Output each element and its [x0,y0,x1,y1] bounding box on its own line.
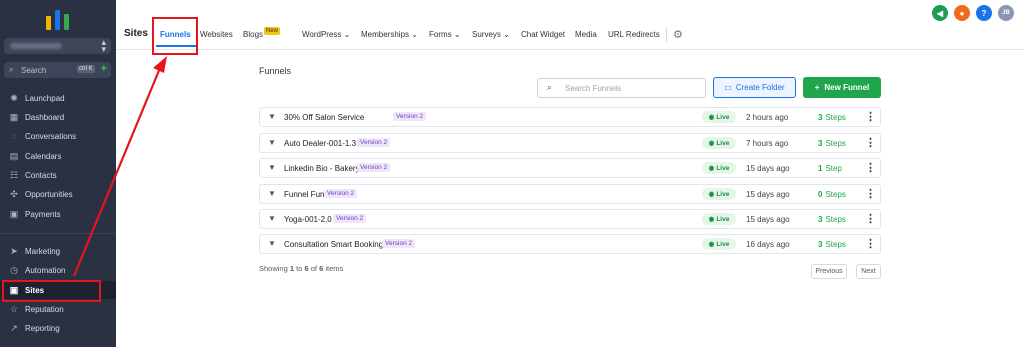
app-root: ▴ ▾ ⌕ Search ctrl K + ✺ Launchpad ▦ Dashboa… [0,0,1024,347]
annotation-arrow [72,56,167,277]
annotation-arrow-line [72,67,162,277]
annotation-arrow-head [153,56,167,73]
